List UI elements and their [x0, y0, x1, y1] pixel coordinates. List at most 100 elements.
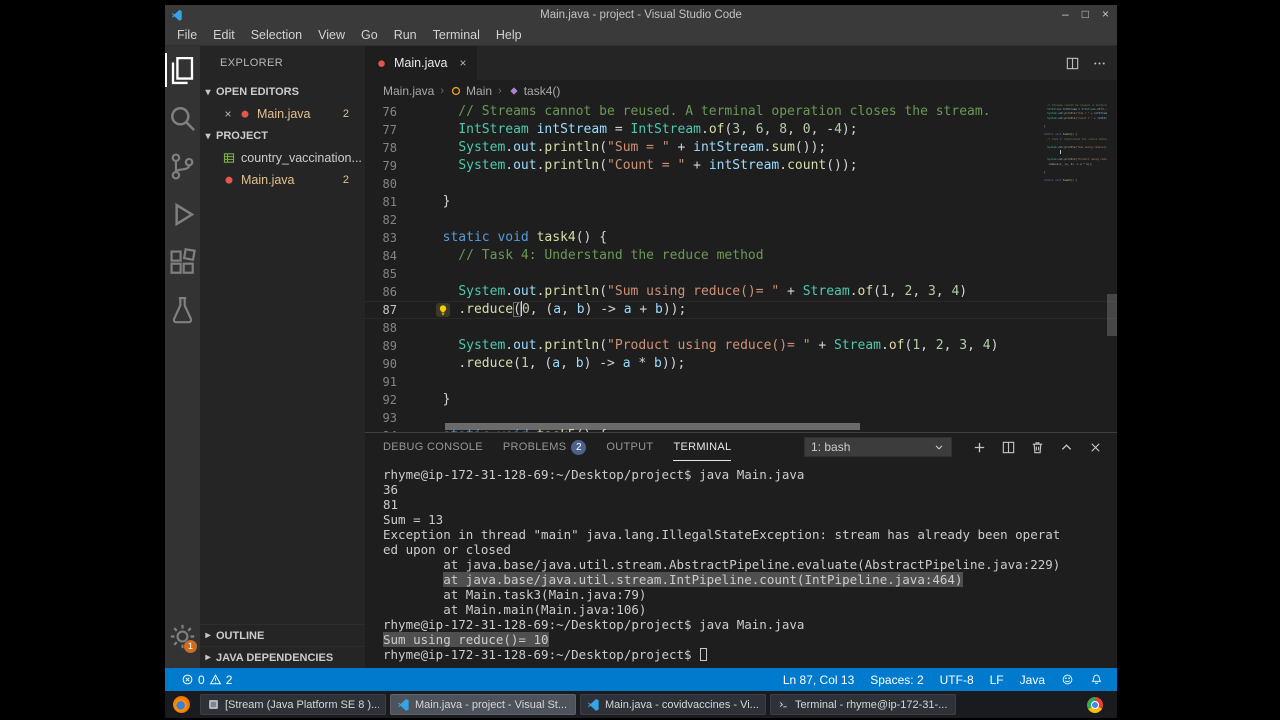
split-editor-icon[interactable] [1065, 56, 1080, 71]
code-line[interactable]: 76 // Streams cannot be reused. A termin… [365, 103, 1117, 121]
extensions-button[interactable] [165, 238, 200, 286]
panel-tab-terminal[interactable]: TERMINAL [673, 433, 731, 461]
menu-file[interactable]: File [169, 24, 205, 46]
chrome-icon[interactable] [1087, 696, 1103, 713]
minimize-icon[interactable]: – [1062, 5, 1069, 24]
open-editor-item[interactable]: × Main.java 2 [200, 103, 365, 125]
close-icon[interactable]: × [460, 56, 467, 70]
encoding-status[interactable]: UTF-8 [932, 668, 982, 691]
menu-edit[interactable]: Edit [205, 24, 243, 46]
menu-run[interactable]: Run [386, 24, 425, 46]
breadcrumb-item[interactable]: Main.java [383, 84, 434, 98]
code-line[interactable]: 85 [365, 265, 1117, 283]
new-terminal-icon[interactable] [972, 440, 987, 455]
code-line[interactable]: 91 [365, 373, 1117, 391]
close-icon[interactable] [1088, 440, 1103, 455]
explorer-button[interactable] [165, 46, 200, 94]
horizontal-scrollbar[interactable] [445, 423, 860, 430]
cursor-position-status[interactable]: Ln 87, Col 13 [775, 668, 862, 691]
indentation-status[interactable]: Spaces: 2 [862, 668, 931, 691]
code-text: .reduce(1, (a, b) -> a * b)); [458, 356, 686, 371]
vertical-scrollbar[interactable] [1107, 294, 1117, 336]
taskbar-window-button[interactable]: Terminal - rhyme@ip-172-31-... [770, 694, 956, 715]
line-number: 85 [382, 267, 397, 281]
menu-selection[interactable]: Selection [243, 24, 310, 46]
code-line[interactable]: 89 System.out.println("Product using red… [365, 337, 1117, 355]
code-line[interactable]: 80 [365, 175, 1117, 193]
extensions-icon [165, 245, 200, 280]
terminal-shell-select[interactable]: 1: bash [804, 437, 952, 457]
code-line[interactable]: 92 } [365, 391, 1117, 409]
code-line[interactable]: 87 .reduce(0, (a, b) -> a + b)); [365, 301, 1117, 319]
terminal-output[interactable]: rhyme@ip-172-31-128-69:~/Desktop/project… [365, 461, 1117, 668]
code-text: static void task4() { [442, 230, 608, 245]
language-mode-status[interactable]: Java [1012, 668, 1053, 691]
menu-help[interactable]: Help [488, 24, 530, 46]
close-icon[interactable]: × [1102, 5, 1109, 24]
minimap[interactable]: // Streams cannot be reused. A terminal … [1041, 104, 1107, 432]
java-app-icon [207, 698, 220, 711]
class-symbol-icon [450, 85, 462, 97]
firefox-icon[interactable] [173, 696, 190, 713]
code-line[interactable]: 83 static void task4() { [365, 229, 1117, 247]
code-line[interactable]: 84 // Task 4: Understand the reduce meth… [365, 247, 1117, 265]
line-number: 92 [382, 393, 397, 407]
source-control-button[interactable] [165, 142, 200, 190]
sidebar-title: EXPLORER [220, 57, 284, 69]
maximize-icon[interactable]: □ [1082, 5, 1089, 24]
screen-content: Main.java - project - Visual Studio Code… [165, 5, 1117, 718]
tab-main-java[interactable]: Main.java × [365, 46, 478, 80]
close-icon[interactable]: × [222, 107, 234, 121]
taskbar-window-button[interactable]: Main.java - covidvaccines - Vi... [580, 694, 766, 715]
menu-go[interactable]: Go [353, 24, 386, 46]
kill-terminal-icon[interactable] [1030, 440, 1045, 455]
test-beaker-button[interactable] [165, 286, 200, 334]
code-line[interactable]: 88 [365, 319, 1117, 337]
code-line[interactable]: 82 [365, 211, 1117, 229]
code-line[interactable]: 81 } [365, 193, 1117, 211]
breadcrumb-separator-icon: › [440, 85, 445, 97]
search-button[interactable] [165, 94, 200, 142]
file-item[interactable]: Main.java 2 [200, 169, 365, 191]
open-editors-header[interactable]: OPEN EDITORS [200, 81, 365, 103]
feedback-smiley-icon[interactable] [1053, 668, 1082, 691]
breadcrumb-item[interactable]: Main [466, 84, 492, 98]
outline-header[interactable]: OUTLINE [200, 624, 365, 646]
line-number: 79 [382, 159, 397, 173]
more-actions-icon[interactable] [1092, 56, 1107, 71]
code-line[interactable]: 79 System.out.println("Count = " + intSt… [365, 157, 1117, 175]
code-editor[interactable]: 76 // Streams cannot be reused. A termin… [365, 102, 1117, 432]
problems-count-badge: 2 [342, 174, 349, 186]
code-line[interactable]: 77 IntStream intStream = IntStream.of(3,… [365, 121, 1117, 139]
maximize-panel-icon[interactable] [1059, 440, 1074, 455]
split-terminal-icon[interactable] [1001, 440, 1016, 455]
line-number: 84 [382, 249, 397, 263]
eol-status[interactable]: LF [982, 668, 1012, 691]
bell-icon[interactable] [1082, 668, 1111, 691]
panel-tab-output[interactable]: OUTPUT [606, 433, 653, 461]
file-item[interactable]: country_vaccination... [200, 147, 365, 169]
line-number: 77 [382, 123, 397, 137]
problems-status[interactable]: 02 [173, 668, 240, 691]
menu-bar: File Edit Selection View Go Run Terminal Help [165, 24, 1117, 46]
lightbulb-icon[interactable] [436, 303, 450, 317]
taskbar-window-button[interactable]: Main.java - project - Visual St... [390, 694, 576, 715]
taskbar-window-button[interactable]: [Stream (Java Platform SE 8 )... [200, 694, 386, 715]
chevron-down-icon [200, 131, 216, 142]
code-line[interactable]: 78 System.out.println("Sum = " + intStre… [365, 139, 1117, 157]
titlebar[interactable]: Main.java - project - Visual Studio Code… [165, 5, 1117, 24]
chevron-down-icon [200, 87, 216, 98]
menu-terminal[interactable]: Terminal [425, 24, 488, 46]
code-line[interactable]: 90 .reduce(1, (a, b) -> a * b)); [365, 355, 1117, 373]
settings-gear-button[interactable]: 1 [165, 612, 200, 660]
project-header[interactable]: PROJECT [200, 125, 365, 147]
breadcrumb-item[interactable]: task4() [524, 84, 561, 98]
panel-tab-problems[interactable]: PROBLEMS 2 [503, 433, 587, 461]
run-debug-button[interactable] [165, 190, 200, 238]
menu-view[interactable]: View [310, 24, 353, 46]
panel-tab-debug-console[interactable]: DEBUG CONSOLE [383, 433, 483, 461]
code-line[interactable]: 86 System.out.println("Sum using reduce(… [365, 283, 1117, 301]
java-dependencies-header[interactable]: JAVA DEPENDENCIES [200, 646, 365, 668]
